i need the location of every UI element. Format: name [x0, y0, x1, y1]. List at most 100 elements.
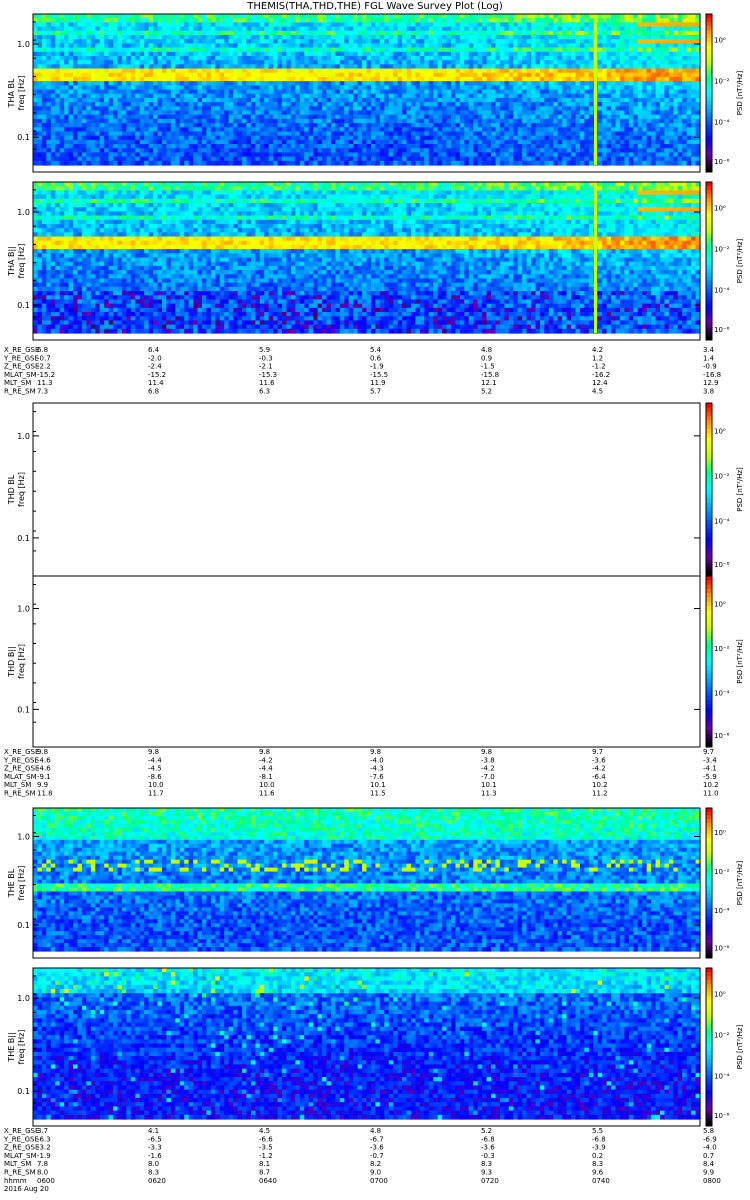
spectrogram-cell — [269, 35, 274, 40]
spectrogram-cell — [584, 56, 589, 61]
spectrogram-cell — [335, 98, 340, 103]
spectrogram-cell — [584, 48, 589, 53]
spectrogram-cell — [531, 64, 536, 69]
spectrogram-cell — [504, 123, 509, 128]
spectrogram-cell — [340, 85, 345, 90]
spectrogram-cell — [189, 131, 194, 136]
spectrogram-cell — [246, 22, 251, 27]
spectrogram-cell — [193, 56, 198, 61]
spectrogram-cell — [487, 52, 492, 57]
spectrogram-cell — [624, 90, 629, 95]
spectrogram-cell — [109, 81, 114, 86]
spectrogram-cell — [198, 157, 203, 162]
spectrogram-cell — [55, 81, 60, 86]
spectrogram-cell — [117, 123, 122, 128]
spectrogram-cell — [567, 119, 572, 124]
spectrogram-cell — [291, 35, 296, 40]
spectrogram-cell — [286, 102, 291, 107]
spectrogram-cell — [211, 35, 216, 40]
spectrogram-cell — [69, 35, 74, 40]
spectrogram-cell — [113, 157, 118, 162]
spectrogram-cell — [144, 43, 149, 48]
spectrogram-cell — [171, 140, 176, 145]
spectrogram-cell — [309, 43, 314, 48]
spectrogram-cell — [33, 90, 38, 95]
spectrogram-cell — [73, 148, 78, 153]
spectrogram-cell — [117, 31, 122, 36]
spectrogram-cell — [171, 77, 176, 82]
spectrogram-cell — [580, 52, 585, 57]
spectrogram-cell — [135, 81, 140, 86]
spectrogram-cell — [131, 14, 136, 19]
spectrogram-cell — [278, 69, 283, 74]
spectrogram-cell — [77, 98, 82, 103]
spectrogram-cell — [531, 18, 536, 23]
spectrogram-cell — [131, 144, 136, 149]
spectrogram-cell — [144, 110, 149, 115]
spectrogram-cell — [562, 131, 567, 136]
spectrogram-cell — [291, 115, 296, 120]
spectrogram-cell — [487, 27, 492, 32]
spectrogram-cell — [100, 31, 105, 36]
spectrogram-cell — [642, 131, 647, 136]
spectrogram-cell — [598, 131, 603, 136]
spectrogram-cell — [367, 110, 372, 115]
spectrogram-cell — [575, 81, 580, 86]
spectrogram-cell — [384, 81, 389, 86]
spectrogram-cell — [527, 115, 532, 120]
spectrogram-cell — [584, 39, 589, 44]
spectrogram-cell — [126, 52, 131, 57]
spectrogram-cell — [549, 35, 554, 40]
spectrogram-cell — [571, 144, 576, 149]
spectrogram-cell — [407, 94, 412, 99]
spectrogram-cell — [69, 161, 74, 166]
spectrogram-cell — [504, 69, 509, 74]
spectrogram-cell — [95, 27, 100, 32]
spectrogram-cell — [100, 102, 105, 107]
spectrogram-cell — [246, 48, 251, 53]
spectrogram-cell — [91, 22, 96, 27]
spectrogram-cell — [273, 136, 278, 141]
spectrogram-cell — [544, 64, 549, 69]
spectrogram-cell — [624, 56, 629, 61]
spectrogram-cell — [144, 152, 149, 157]
spectrogram-cell — [522, 18, 527, 23]
spectrogram-cell — [500, 18, 505, 23]
spectrogram-cell — [313, 73, 318, 78]
spectrogram-cell — [113, 77, 118, 82]
spectrogram-cell — [46, 81, 51, 86]
spectrogram-cell — [313, 90, 318, 95]
spectrogram-cell — [269, 94, 274, 99]
spectrogram-cell — [518, 161, 523, 166]
spectrogram-cell — [117, 161, 122, 166]
spectrogram-cell — [482, 110, 487, 115]
spectrogram-cell — [633, 85, 638, 90]
spectrogram-cell — [518, 148, 523, 153]
spectrogram-cell — [189, 157, 194, 162]
spectrogram-cell — [558, 161, 563, 166]
spectrogram-cell — [233, 115, 238, 120]
spectrogram-cell — [367, 106, 372, 111]
spectrogram-cell — [451, 115, 456, 120]
spectrogram-cell — [633, 152, 638, 157]
spectrogram-cell — [291, 77, 296, 82]
spectrogram-cell — [313, 22, 318, 27]
spectrogram-cell — [104, 18, 109, 23]
spectrogram-cell — [420, 148, 425, 153]
spectrogram-cell — [304, 56, 309, 61]
spectrogram-cell — [571, 43, 576, 48]
spectrogram-cell — [415, 60, 420, 65]
spectrogram-cell — [73, 161, 78, 166]
spectrogram-cell — [482, 31, 487, 36]
spectrogram-cell — [567, 27, 572, 32]
spectrogram-cell — [322, 27, 327, 32]
spectrogram-cell — [624, 77, 629, 82]
spectrogram-cell — [233, 77, 238, 82]
spectrogram-cell — [575, 119, 580, 124]
spectrogram-cell — [131, 98, 136, 103]
spectrogram-cell — [46, 39, 51, 44]
spectrogram-cell — [371, 43, 376, 48]
spectrogram-cell — [367, 73, 372, 78]
spectrogram-cell — [273, 127, 278, 132]
spectrogram-cell — [69, 77, 74, 82]
